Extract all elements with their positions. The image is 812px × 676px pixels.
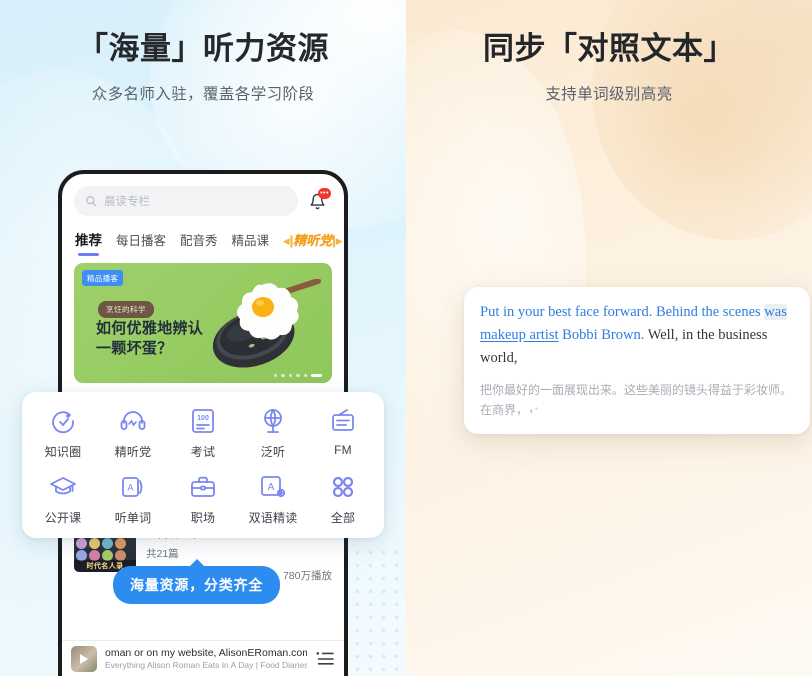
feature-grid-row: 公开课 A 听单词 职场 A 双语精读 全部 [28,472,378,526]
player-line-2: Everything Alison Roman Eats In A Day | … [105,660,307,670]
carousel-indicators[interactable] [273,373,322,377]
carousel-dot[interactable] [281,373,285,377]
face-dot [76,538,87,549]
radio-icon [332,409,354,431]
feature-grid-row: 知识圈 精听党 100 考试 泛听 FM [28,406,378,460]
grid-item-label: 精听党 [114,445,152,459]
carousel-dot[interactable] [288,373,292,377]
grid-item-label: FM [334,443,352,457]
play-icon [80,653,88,664]
tab-premium-course[interactable]: 精品课 [232,230,270,249]
highlighted-word-was[interactable]: was [764,304,787,320]
bilingual-icon: A [261,476,286,498]
knowledge-circle-icon [52,411,74,434]
grid-item-knowledge-circle[interactable]: 知识圈 [28,406,98,460]
list-item-count: 共21篇 [146,548,179,560]
player-line-1: oman or on my website, AlisonERoman.com. [105,647,307,659]
list-item-plays: 780万播放 [282,570,332,582]
grid-item-label: 双语精读 [248,511,298,525]
highlight-chinese: 把你最好的一面展现出来。这些美丽的镜头得益于彩妆师。在商界，◖⁺ [480,380,794,421]
highlight-text: Bobbi Brown. [558,327,645,344]
grid-item-exam[interactable]: 100 考试 [168,406,238,460]
search-row: 晨读专栏 ••• [62,174,344,220]
grid-item-label: 公开课 [44,511,82,525]
tab-jingtingdang[interactable]: ◂|精听党|▸ [283,230,342,249]
face-dot [89,538,100,549]
featured-banner[interactable]: 精品播客 烹饪的科学 如何优雅地辨认 一颗坏蛋？ [74,263,332,383]
tooltip-massive-resources: 海量资源，分类齐全 [113,566,281,604]
highlight-text: Put in your best face forward. Behind th… [480,304,765,320]
grid-item-fm[interactable]: FM [308,406,378,460]
highlighted-phrase-makeup-artist[interactable]: makeup artist [480,327,559,343]
highlight-english: Put in your best face forward. Behind th… [480,301,794,371]
tab-daily-podcast[interactable]: 每日播客 [116,230,166,249]
carousel-dot[interactable] [303,373,307,377]
grid-item-listen-words[interactable]: A 听单词 [98,472,168,526]
banner-tag: 烹饪的科学 [98,301,154,318]
speaker-icon[interactable]: ◖⁺ [528,403,539,420]
left-promo-panel: 「海量」听力资源 众多名师入驻，覆盖各学习阶段 晨读专栏 ••• 推荐 每日播客… [0,0,406,676]
left-header: 「海量」听力资源 众多名师入驻，覆盖各学习阶段 [0,0,406,104]
briefcase-icon [191,476,215,497]
tab-dubbing-show[interactable]: 配音秀 [180,230,218,249]
word-cards-icon: A [122,477,143,497]
notification-button[interactable]: ••• [302,186,332,216]
player-text: oman or on my website, AlisonERoman.com.… [105,647,307,670]
notification-badge: ••• [318,188,331,199]
grid-item-label: 知识圈 [44,445,82,459]
svg-text:A: A [268,482,275,493]
svg-text:100: 100 [197,415,209,422]
svg-text:A: A [127,483,133,493]
highlight-cn-text: 把你最好的一面展现出来。这些美丽的镜头得益于彩妆师。在商界， [480,382,793,418]
graduation-cap-icon [50,477,76,495]
tab-decoration-right: |▸ [332,233,343,248]
feature-grid-overlay: 知识圈 精听党 100 考试 泛听 FM 公开课 A 听单词 职场 A 双语精读… [22,392,384,538]
page-subtitle: 支持单词级别高亮 [545,85,673,103]
grid-item-all[interactable]: 全部 [308,472,378,526]
carousel-dot-active[interactable] [311,373,322,377]
highlighted-sentence-card: Put in your best face forward. Behind th… [464,287,810,434]
category-tabs: 推荐 每日播客 配音秀 精品课 ◂|精听党|▸ [62,220,344,256]
mini-player-bar[interactable]: oman or on my website, AlisonERoman.com.… [62,640,344,676]
banner-badge: 精品播客 [82,270,124,286]
carousel-dot[interactable] [273,373,277,377]
search-input[interactable]: 晨读专栏 [74,186,298,216]
fried-egg-in-pan-image [212,279,321,368]
screenshot-stage: 「海量」听力资源 众多名师入驻，覆盖各学习阶段 晨读专栏 ••• 推荐 每日播客… [0,0,812,676]
player-cover[interactable] [71,645,97,672]
face-dot [115,538,126,549]
page-title: 同步「对照文本」 [483,31,735,66]
page-title: 「海量」听力资源 [77,31,329,66]
grid-item-label: 听单词 [114,511,152,525]
grid-item-label: 考试 [190,445,216,459]
right-header: 同步「对照文本」 支持单词级别高亮 [406,0,812,104]
grid-item-bilingual-reading[interactable]: A 双语精读 [238,472,308,526]
grid-item-label: 全部 [330,511,356,525]
grid-item-extensive-listening[interactable]: 泛听 [238,406,308,460]
search-icon [86,196,97,207]
all-grid-icon [332,476,354,498]
tab-jingtingdang-label: 精听党 [293,233,333,248]
face-dot [102,538,113,549]
globe-icon [264,409,282,433]
grid-item-label: 泛听 [260,445,286,459]
search-placeholder: 晨读专栏 [104,196,150,208]
grid-item-jingtingdang[interactable]: 精听党 [98,406,168,460]
grid-item-open-course[interactable]: 公开课 [28,472,98,526]
playlist-icon[interactable] [315,651,335,667]
tab-recommend[interactable]: 推荐 [75,229,102,256]
tab-decoration-left: ◂| [283,233,294,248]
headphones-icon [120,411,146,430]
exam-100-icon: 100 [192,409,214,433]
grid-item-workplace[interactable]: 职场 [168,472,238,526]
page-subtitle: 众多名师入驻，覆盖各学习阶段 [91,85,315,103]
grid-item-label: 职场 [190,511,216,525]
carousel-dot[interactable] [296,373,300,377]
